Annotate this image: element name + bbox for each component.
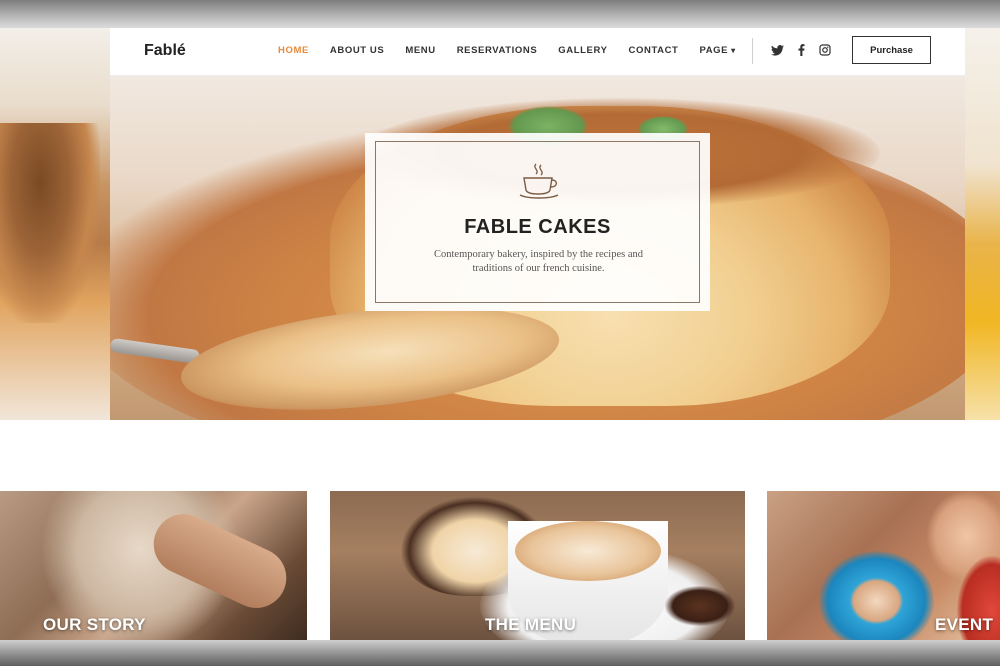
nav-gallery[interactable]: GALLERY <box>558 45 607 56</box>
nav-page-label: PAGE <box>699 45 729 56</box>
side-panel-left <box>0 28 110 420</box>
vignette-bottom <box>0 640 1000 666</box>
latte-cup-image <box>819 551 934 640</box>
card-events[interactable]: EVENT <box>767 491 1000 640</box>
nav-reservations[interactable]: RESERVATIONS <box>457 45 538 56</box>
nav-home[interactable]: HOME <box>278 45 309 56</box>
purchase-button[interactable]: Purchase <box>852 36 931 64</box>
nav-about-us[interactable]: ABOUT US <box>330 45 384 56</box>
nav-menu[interactable]: MENU <box>405 45 435 56</box>
site-header: Fablé HOME ABOUT US MENU RESERVATIONS GA… <box>110 28 965 76</box>
nav-contact[interactable]: CONTACT <box>629 45 679 56</box>
hero-banner: FABLE CAKES Contemporary bakery, inspire… <box>110 76 965 420</box>
cupcake-image <box>0 123 100 323</box>
hero-subtitle: Contemporary bakery, inspired by the rec… <box>434 249 643 274</box>
nav-page-dropdown[interactable]: PAGE ▾ <box>699 45 735 56</box>
nav-divider <box>752 38 753 64</box>
cappuccino-foam <box>515 521 661 581</box>
hero-card: FABLE CAKES Contemporary bakery, inspire… <box>365 133 710 311</box>
card-label-the-menu: THE MENU <box>485 615 577 634</box>
facebook-icon[interactable] <box>794 43 808 57</box>
twitter-icon[interactable] <box>770 43 784 57</box>
vignette-top <box>0 0 1000 28</box>
brand-logo[interactable]: Fablé <box>144 42 186 60</box>
card-label-our-story: OUR STORY <box>43 615 146 634</box>
coffee-beans-image <box>665 586 735 626</box>
main-nav: HOME ABOUT US MENU RESERVATIONS GALLERY … <box>278 45 757 56</box>
hero-card-frame: FABLE CAKES Contemporary bakery, inspire… <box>375 141 700 303</box>
card-label-events: EVENT <box>935 615 994 634</box>
social-links <box>770 43 832 57</box>
card-our-story[interactable]: OUR STORY <box>0 491 307 640</box>
caret-down-icon: ▾ <box>731 46 736 55</box>
card-the-menu[interactable]: THE MENU <box>330 491 745 640</box>
instagram-icon[interactable] <box>818 43 832 57</box>
coffee-cup-icon <box>519 163 559 199</box>
hero-title: FABLE CAKES <box>464 216 611 238</box>
side-panel-right <box>965 28 1000 420</box>
